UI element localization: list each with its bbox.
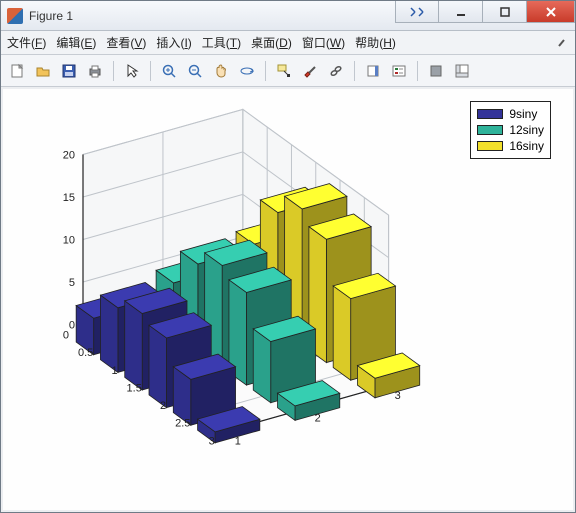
close-button[interactable] bbox=[527, 1, 575, 23]
menu-tools[interactable]: 工具(T) bbox=[202, 34, 241, 51]
svg-text:0: 0 bbox=[69, 320, 75, 332]
rotate-3d-button[interactable] bbox=[235, 59, 259, 83]
new-figure-button[interactable] bbox=[5, 59, 29, 83]
data-cursor-button[interactable] bbox=[272, 59, 296, 83]
toolbar-separator bbox=[354, 61, 355, 81]
menu-edit[interactable]: 编辑(E) bbox=[56, 34, 96, 51]
print-button[interactable] bbox=[83, 59, 107, 83]
menu-overflow-icon[interactable] bbox=[553, 35, 569, 51]
zoom-in-button[interactable] bbox=[157, 59, 181, 83]
toolbar-separator bbox=[150, 61, 151, 81]
svg-text:5: 5 bbox=[69, 277, 75, 289]
menu-file[interactable]: 文件(F) bbox=[7, 34, 46, 51]
svg-text:20: 20 bbox=[63, 150, 75, 162]
menu-insert[interactable]: 插入(I) bbox=[156, 34, 191, 51]
matlab-icon bbox=[7, 8, 23, 24]
menubar: 文件(F) 编辑(E) 查看(V) 插入(I) 工具(T) 桌面(D) 窗口(W… bbox=[1, 31, 575, 55]
svg-text:1: 1 bbox=[235, 435, 241, 447]
legend-label-1: 9siny bbox=[509, 106, 537, 122]
toolbar-separator bbox=[265, 61, 266, 81]
svg-text:3: 3 bbox=[395, 390, 401, 402]
toolbar bbox=[1, 55, 575, 87]
zoom-out-button[interactable] bbox=[183, 59, 207, 83]
svg-text:0.5: 0.5 bbox=[78, 347, 93, 359]
axes-3d[interactable]: 0 5 10 15 20 0 0.5 1 1.5 2 2.5 3 1 2 3 9siny 12siny 16… bbox=[3, 89, 573, 510]
svg-text:10: 10 bbox=[63, 235, 75, 247]
svg-text:3: 3 bbox=[209, 435, 215, 447]
save-button[interactable] bbox=[57, 59, 81, 83]
legend-entry-1[interactable]: 9siny bbox=[477, 106, 544, 122]
legend-swatch-1 bbox=[477, 109, 503, 119]
legend-swatch-2 bbox=[477, 125, 503, 135]
legend-entry-3[interactable]: 16siny bbox=[477, 138, 544, 154]
insert-colorbar-button[interactable] bbox=[361, 59, 385, 83]
svg-text:1.5: 1.5 bbox=[127, 382, 142, 394]
legend[interactable]: 9siny 12siny 16siny bbox=[470, 101, 551, 159]
legend-entry-2[interactable]: 12siny bbox=[477, 122, 544, 138]
nav-back-button[interactable] bbox=[395, 1, 439, 23]
svg-text:2: 2 bbox=[160, 400, 166, 412]
legend-label-3: 16siny bbox=[509, 138, 544, 154]
link-data-button[interactable] bbox=[324, 59, 348, 83]
pan-button[interactable] bbox=[209, 59, 233, 83]
hide-plot-tools-button[interactable] bbox=[424, 59, 448, 83]
legend-label-2: 12siny bbox=[509, 122, 544, 138]
minimize-button[interactable] bbox=[439, 1, 483, 23]
window-title: Figure 1 bbox=[29, 9, 73, 23]
toolbar-separator bbox=[417, 61, 418, 81]
brush-button[interactable] bbox=[298, 59, 322, 83]
titlebar: Figure 1 bbox=[1, 1, 575, 31]
insert-legend-button[interactable] bbox=[387, 59, 411, 83]
svg-text:2: 2 bbox=[315, 413, 321, 425]
menu-window[interactable]: 窗口(W) bbox=[302, 34, 345, 51]
edit-plot-button[interactable] bbox=[120, 59, 144, 83]
svg-text:2.5: 2.5 bbox=[175, 418, 190, 430]
menu-view[interactable]: 查看(V) bbox=[106, 34, 146, 51]
svg-text:15: 15 bbox=[63, 192, 75, 204]
legend-swatch-3 bbox=[477, 141, 503, 151]
window-controls bbox=[395, 1, 575, 30]
maximize-button[interactable] bbox=[483, 1, 527, 23]
svg-text:0: 0 bbox=[63, 330, 69, 342]
figure-window: Figure 1 文件(F) 编辑(E) 查看(V) 插入(I) 工具(T) 桌… bbox=[0, 0, 576, 513]
menu-desktop[interactable]: 桌面(D) bbox=[251, 34, 292, 51]
menu-help[interactable]: 帮助(H) bbox=[355, 34, 396, 51]
svg-text:1: 1 bbox=[111, 365, 117, 377]
open-button[interactable] bbox=[31, 59, 55, 83]
show-plot-tools-button[interactable] bbox=[450, 59, 474, 83]
toolbar-separator bbox=[113, 61, 114, 81]
